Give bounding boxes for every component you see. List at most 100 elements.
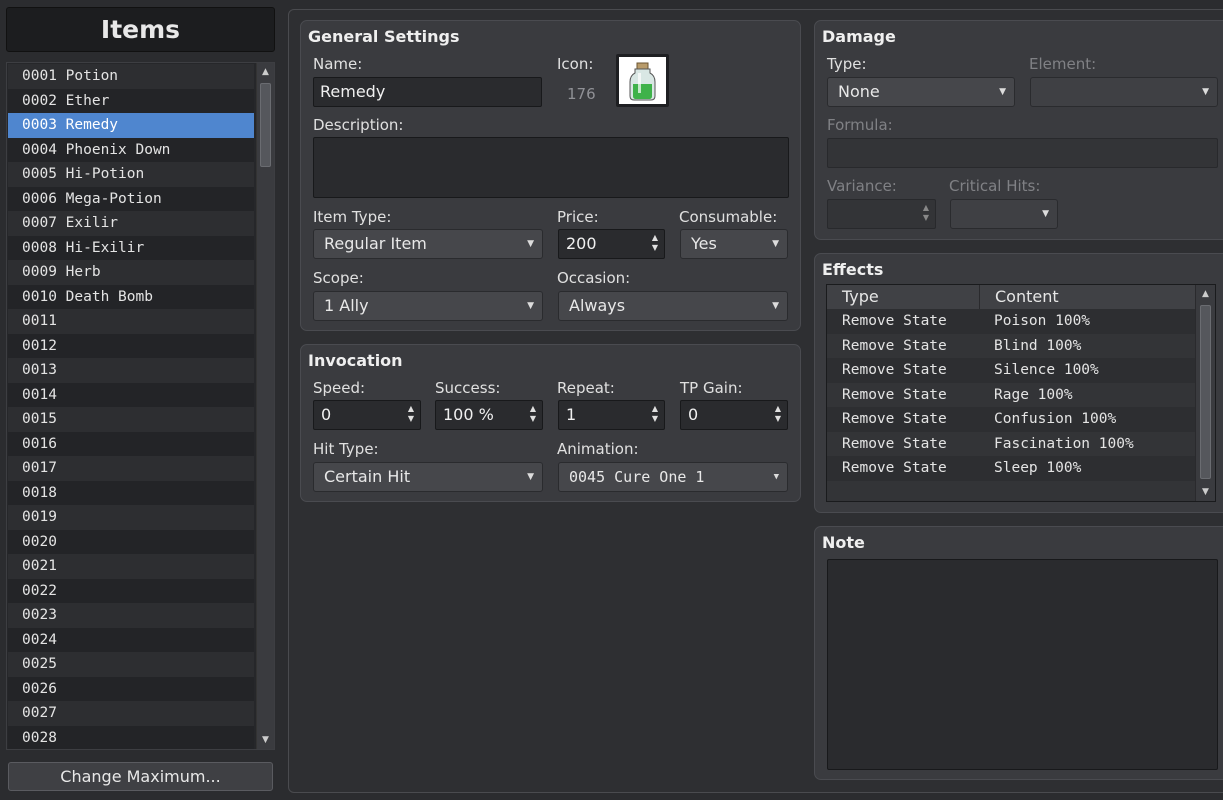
spin-arrows-icon[interactable]: ▲ ▼ <box>652 233 658 253</box>
speed-value: 0 <box>321 405 332 424</box>
success-label: Success: <box>435 379 501 397</box>
item-list-row[interactable]: 0001 Potion <box>8 64 254 89</box>
effect-content-cell: Poison 100% <box>994 313 1091 329</box>
effects-scrollbar[interactable]: ▲ ▼ <box>1195 285 1215 501</box>
item-list-row[interactable]: 0019 <box>8 505 254 530</box>
hit-type-dropdown[interactable]: Certain Hit ▼ <box>313 462 543 492</box>
repeat-value: 1 <box>566 405 577 424</box>
damage-type-value: None <box>838 82 880 101</box>
general-settings-group: General Settings Name: Remedy Icon: 176 … <box>300 20 801 331</box>
potion-bottle-icon <box>629 62 656 101</box>
effects-column-type[interactable]: Type <box>827 285 980 309</box>
name-label: Name: <box>313 55 363 73</box>
tp-gain-value: 0 <box>688 405 699 424</box>
item-list-row[interactable]: 0006 Mega-Potion <box>8 186 254 211</box>
scroll-down-arrow-icon[interactable]: ▼ <box>1199 485 1212 499</box>
animation-dropdown[interactable]: 0045 Cure One 1 ▼ <box>558 462 788 492</box>
item-list-row[interactable]: 0003 Remedy <box>8 113 254 138</box>
item-list-row[interactable]: 0024 <box>8 627 254 652</box>
animation-label: Animation: <box>557 440 639 458</box>
element-label: Element: <box>1029 55 1097 73</box>
formula-input[interactable] <box>827 138 1218 168</box>
spin-arrows-icon[interactable]: ▲ ▼ <box>923 203 929 223</box>
effects-row[interactable]: Remove State Blind 100% <box>827 333 1197 358</box>
item-list-scrollbar[interactable]: ▲ ▼ <box>256 63 274 749</box>
item-list-row[interactable]: 0002 Ether <box>8 88 254 113</box>
description-input[interactable] <box>313 137 789 198</box>
item-list-row[interactable]: 0010 Death Bomb <box>8 284 254 309</box>
item-list-row[interactable]: 0023 <box>8 603 254 628</box>
item-list-row[interactable]: 0025 <box>8 652 254 677</box>
item-list-row[interactable]: 0009 Herb <box>8 260 254 285</box>
item-list-row[interactable]: 0015 <box>8 407 254 432</box>
effects-row-empty[interactable] <box>827 480 1197 501</box>
item-list-row[interactable]: 0028 <box>8 725 254 749</box>
element-dropdown[interactable]: ▼ <box>1030 77 1218 107</box>
change-maximum-button[interactable]: Change Maximum... <box>8 762 273 791</box>
effect-content-cell: Rage 100% <box>994 386 1073 403</box>
item-list-row[interactable]: 0017 <box>8 456 254 481</box>
item-list-row[interactable]: 0026 <box>8 676 254 701</box>
scope-dropdown[interactable]: 1 Ally ▼ <box>313 291 543 321</box>
item-list-row[interactable]: 0012 <box>8 333 254 358</box>
price-spinner[interactable]: 200 ▲ ▼ <box>558 229 665 259</box>
icon-index: 176 <box>567 85 596 103</box>
critical-hits-dropdown[interactable]: ▼ <box>950 199 1058 229</box>
speed-label: Speed: <box>313 379 366 397</box>
scroll-down-arrow-icon[interactable]: ▼ <box>259 733 272 747</box>
spin-arrows-icon[interactable]: ▲ ▼ <box>775 404 781 424</box>
item-list-row[interactable]: 0014 <box>8 382 254 407</box>
effects-row[interactable]: Remove State Fascination 100% <box>827 431 1197 456</box>
icon-label: Icon: <box>557 55 594 73</box>
consumable-dropdown[interactable]: Yes ▼ <box>680 229 788 259</box>
item-list-row[interactable]: 0007 Exilir <box>8 211 254 236</box>
effects-column-content[interactable]: Content <box>980 285 1197 309</box>
item-type-dropdown[interactable]: Regular Item ▼ <box>313 229 543 259</box>
item-list-row[interactable]: 0005 Hi-Potion <box>8 162 254 187</box>
item-list-row[interactable]: 0016 <box>8 431 254 456</box>
scroll-up-arrow-icon[interactable]: ▲ <box>259 65 272 79</box>
item-list-row[interactable]: 0013 <box>8 358 254 383</box>
name-input[interactable]: Remedy <box>313 77 542 107</box>
item-list-row[interactable]: 0027 <box>8 701 254 726</box>
item-list-row[interactable]: 0020 <box>8 529 254 554</box>
variance-spinner[interactable]: ▲ ▼ <box>827 199 936 229</box>
spin-arrows-icon[interactable]: ▲ ▼ <box>652 404 658 424</box>
effects-table[interactable]: Type Content Remove State Poison 100% Remo… <box>826 284 1216 502</box>
item-list-row[interactable]: 0022 <box>8 578 254 603</box>
tp-gain-label: TP Gain: <box>680 379 743 397</box>
success-spinner[interactable]: 100 % ▲ ▼ <box>435 400 543 430</box>
icon-picker-button[interactable] <box>616 54 669 107</box>
effect-content-cell: Silence 100% <box>994 362 1099 378</box>
note-textarea[interactable] <box>827 559 1218 770</box>
effects-row[interactable]: Remove State Poison 100% <box>827 309 1197 334</box>
item-list-row[interactable]: 0008 Hi-Exilir <box>8 235 254 260</box>
occasion-dropdown[interactable]: Always ▼ <box>558 291 788 321</box>
occasion-value: Always <box>569 296 626 315</box>
effect-type-cell: Remove State <box>842 460 947 476</box>
scroll-up-arrow-icon[interactable]: ▲ <box>1199 287 1212 301</box>
spin-arrows-icon[interactable]: ▲ ▼ <box>530 404 536 424</box>
effect-content-cell: Blind 100% <box>994 337 1082 354</box>
scroll-thumb[interactable] <box>1200 305 1211 479</box>
effects-row[interactable]: Remove State Silence 100% <box>827 358 1197 383</box>
item-list-row[interactable]: 0018 <box>8 480 254 505</box>
spin-arrows-icon[interactable]: ▲ ▼ <box>408 404 414 424</box>
item-list[interactable]: 0001 Potion 0002 Ether 0003 Remedy 0004 Pho… <box>6 62 275 750</box>
speed-spinner[interactable]: 0 ▲ ▼ <box>313 400 421 430</box>
effects-row[interactable]: Remove State Rage 100% <box>827 382 1197 407</box>
scroll-thumb[interactable] <box>260 83 271 167</box>
effects-row[interactable]: Remove State Confusion 100% <box>827 407 1197 432</box>
item-list-row[interactable]: 0021 <box>8 554 254 579</box>
formula-label: Formula: <box>827 116 893 134</box>
item-type-label: Item Type: <box>313 208 392 226</box>
tp-gain-spinner[interactable]: 0 ▲ ▼ <box>680 400 788 430</box>
effects-row[interactable]: Remove State Sleep 100% <box>827 456 1197 481</box>
item-list-row[interactable]: 0011 <box>8 309 254 334</box>
chevron-down-icon: ▼ <box>527 239 534 249</box>
repeat-spinner[interactable]: 1 ▲ ▼ <box>558 400 665 430</box>
item-list-row[interactable]: 0004 Phoenix Down <box>8 137 254 162</box>
damage-type-dropdown[interactable]: None ▼ <box>827 77 1015 107</box>
chevron-down-icon: ▼ <box>527 301 534 311</box>
consumable-label: Consumable: <box>679 208 778 226</box>
